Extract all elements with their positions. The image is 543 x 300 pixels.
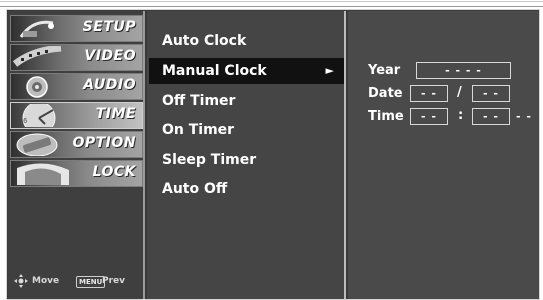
- am-pm-field[interactable]: - -: [516, 110, 532, 123]
- sidebar-item-label: OPTION: [72, 135, 136, 151]
- svg-text:6: 6: [23, 117, 28, 125]
- date-separator: /: [457, 85, 462, 100]
- menu-item-on-timer[interactable]: On Timer: [149, 117, 344, 143]
- menu-item-auto-off[interactable]: Auto Off: [149, 176, 344, 202]
- day-field[interactable]: - -: [472, 85, 510, 102]
- category-sidebar: SETUP VIDEO AUDIO 6 TIME OPTION LOCK Mov…: [8, 11, 145, 299]
- lock-icon: [17, 163, 69, 185]
- menu-item-label: Off Timer: [162, 93, 236, 109]
- sidebar-item-label: AUDIO: [83, 77, 136, 93]
- film-strip-icon: [13, 46, 62, 67]
- time-label: Time: [368, 109, 404, 124]
- sidebar-item-option[interactable]: OPTION: [10, 131, 143, 158]
- screen: SETUP VIDEO AUDIO 6 TIME OPTION LOCK Mov…: [0, 0, 543, 300]
- speaker-icon: [26, 76, 48, 98]
- top-rule: [0, 1, 543, 7]
- osd-menu: SETUP VIDEO AUDIO 6 TIME OPTION LOCK Mov…: [6, 9, 540, 300]
- clock-icon: 6: [22, 104, 56, 127]
- satellite-dish-icon: [19, 20, 54, 38]
- hour-field[interactable]: - -: [410, 108, 448, 125]
- menu-item-label: On Timer: [162, 122, 235, 138]
- menu-item-label: Manual Clock: [162, 63, 267, 79]
- minute-field[interactable]: - -: [472, 108, 510, 125]
- menu-item-sleep-timer[interactable]: Sleep Timer: [149, 147, 344, 173]
- menu-item-label: Sleep Timer: [162, 152, 257, 168]
- move-arrows-icon: [14, 274, 28, 288]
- menu-item-manual-clock[interactable]: Manual Clock ►: [149, 58, 344, 84]
- sidebar-item-label: VIDEO: [84, 48, 136, 64]
- manual-clock-panel: Year - - - - Date - - / - - Time - - : -…: [348, 11, 539, 299]
- menu-key-badge: MENU: [76, 276, 106, 288]
- time-separator: :: [458, 108, 464, 123]
- menu-item-off-timer[interactable]: Off Timer: [149, 88, 344, 114]
- time-submenu: Auto Clock Manual Clock ► Off Timer On T…: [147, 11, 346, 299]
- sidebar-item-label: TIME: [95, 106, 136, 122]
- navigation-hint: Move MENU Prev: [14, 273, 142, 291]
- year-field[interactable]: - - - -: [416, 62, 511, 79]
- sidebar-item-label: LOCK: [92, 164, 136, 180]
- sidebar-item-audio[interactable]: AUDIO: [10, 73, 143, 100]
- date-label: Date: [368, 86, 403, 101]
- sidebar-item-time[interactable]: 6 TIME: [10, 102, 143, 129]
- prev-hint-label: Prev: [102, 276, 126, 286]
- year-label: Year: [368, 63, 401, 78]
- menu-item-auto-clock[interactable]: Auto Clock: [149, 28, 344, 54]
- menu-item-label: Auto Off: [162, 181, 228, 197]
- sidebar-item-label: SETUP: [82, 19, 136, 35]
- submenu-arrow-icon: ►: [325, 64, 334, 77]
- month-field[interactable]: - -: [410, 85, 448, 102]
- sidebar-item-video[interactable]: VIDEO: [10, 44, 143, 71]
- sidebar-item-setup[interactable]: SETUP: [10, 15, 143, 42]
- sidebar-item-lock[interactable]: LOCK: [10, 160, 143, 187]
- move-hint-label: Move: [32, 276, 60, 286]
- menu-item-label: Auto Clock: [162, 33, 247, 49]
